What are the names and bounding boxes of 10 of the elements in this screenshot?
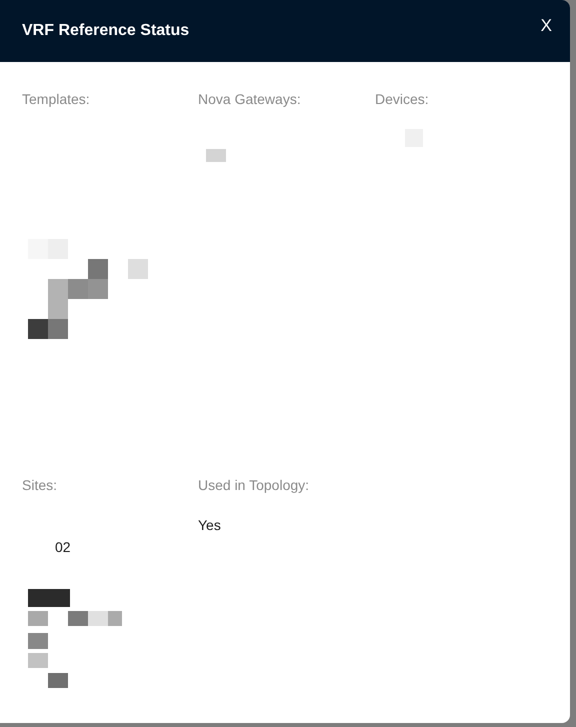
redaction-drawing [206, 149, 226, 162]
dialog-title: VRF Reference Status [22, 22, 190, 40]
field-label: Nova Gateways: [198, 91, 301, 107]
field-value: 02 [55, 539, 71, 555]
close-button[interactable]: X [540, 16, 552, 36]
field-label: Used in Topology: [198, 477, 310, 493]
field-label: Templates: [22, 91, 90, 107]
field-label: Devices: [375, 91, 429, 107]
field-value: Yes [198, 517, 221, 533]
field-label: Sites: [22, 477, 58, 493]
